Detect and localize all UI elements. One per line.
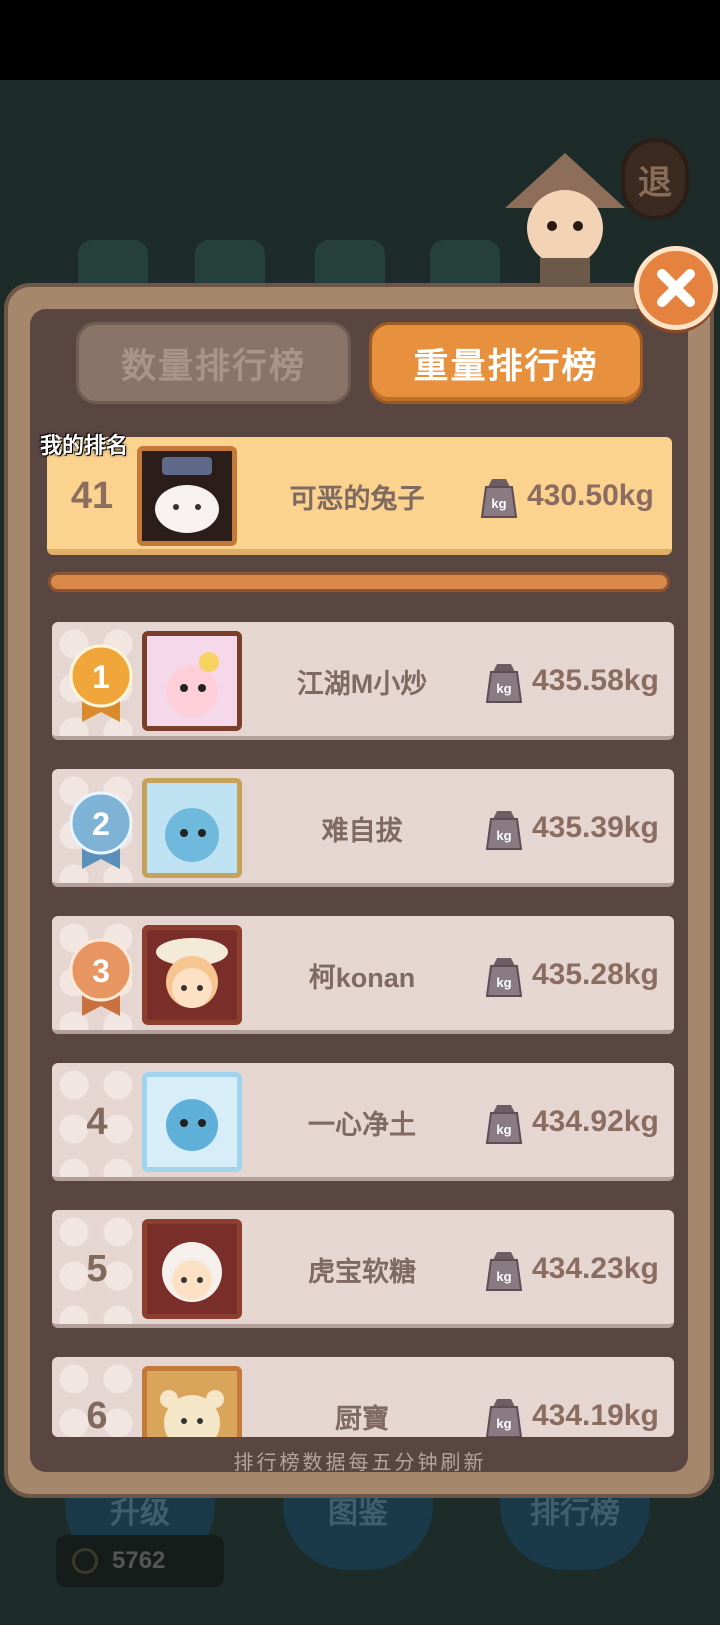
weight-kg-icon: kg [485, 1399, 523, 1437]
my-weight-value: 430.50kg [527, 479, 654, 512]
gold-medal-icon: 1 [69, 644, 133, 722]
rank-number: 5 [86, 1247, 108, 1290]
leaderboard-row-5[interactable]: 5 虎宝软糖 kg 434.23kg [52, 1210, 674, 1328]
weight-value: 434.19kg [532, 1399, 659, 1432]
weight-value: 435.58kg [532, 664, 659, 697]
leaderboard-row-2[interactable]: 2 难自拔 kg 435.39kg [52, 769, 674, 887]
my-rank-row[interactable]: 41 可恶的兔子 kg 430.50kg [47, 437, 672, 555]
cat-avatar-icon [142, 451, 232, 541]
npc-character-icon [505, 153, 625, 288]
my-player-name: 可恶的兔子 [289, 483, 425, 514]
weight-value: 434.92kg [532, 1105, 659, 1138]
player-name: 厨寶 [335, 1403, 389, 1434]
avatar [142, 1366, 242, 1437]
coin-counter: 5762 [56, 1535, 224, 1587]
leaderboard-row-3[interactable]: 3 柯konan kg 435.28kg [52, 916, 674, 1034]
weight-kg-icon: kg [485, 1105, 523, 1144]
player-name: 一心净土 [308, 1109, 416, 1140]
my-rank-label: 我的排名 [40, 433, 129, 458]
silver-medal-icon: 2 [69, 791, 133, 869]
player-name: 柯konan [308, 962, 416, 993]
player-name: 虎宝软糖 [308, 1256, 416, 1287]
svg-text:kg: kg [496, 828, 511, 843]
svg-text:kg: kg [496, 1269, 511, 1284]
weight-kg-icon: kg [485, 958, 523, 997]
avatar [142, 925, 242, 1025]
weight-value: 434.23kg [532, 1252, 659, 1285]
player-name: 难自拔 [321, 815, 403, 846]
girl-avatar-icon [147, 930, 237, 1020]
avatar [142, 1219, 242, 1319]
medal-number: 3 [92, 953, 110, 989]
svg-text:kg: kg [491, 496, 506, 511]
leaderboard-row-6[interactable]: 6 厨寶 kg 434.19kg [52, 1357, 674, 1437]
avatar [142, 778, 242, 878]
leaderboard-row-1[interactable]: 1 江湖M小炒 kg 435.58kg [52, 622, 674, 740]
exit-button[interactable]: 退 [621, 138, 689, 220]
refresh-note: 排行榜数据每五分钟刷新 [233, 1451, 487, 1474]
status-bar [0, 0, 720, 80]
weight-kg-icon: kg [480, 479, 518, 518]
rank-number: 6 [86, 1394, 108, 1437]
svg-text:kg: kg [496, 1122, 511, 1137]
player-name: 江湖M小炒 [296, 668, 428, 699]
coin-icon [72, 1548, 98, 1574]
svg-text:kg: kg [496, 1416, 511, 1431]
avatar [137, 446, 237, 546]
weight-kg-icon: kg [485, 811, 523, 850]
weight-value: 435.28kg [532, 958, 659, 991]
tab-weight-ranking[interactable]: 重量排行榜 [369, 322, 643, 404]
medal-number: 2 [92, 806, 110, 842]
girl-white-hair-avatar-icon [147, 1224, 237, 1314]
coin-value: 5762 [112, 1547, 166, 1574]
svg-text:kg: kg [496, 681, 511, 696]
weight-kg-icon: kg [485, 664, 523, 703]
exit-label: 退 [638, 163, 672, 202]
dragon-pink-avatar-icon [147, 636, 237, 726]
dragon-water-avatar-icon [147, 1077, 237, 1167]
avatar [142, 1072, 242, 1172]
close-button[interactable] [634, 246, 718, 330]
weight-value: 435.39kg [532, 811, 659, 844]
bronze-medal-icon: 3 [69, 938, 133, 1016]
bear-avatar-icon [147, 1371, 237, 1437]
weight-kg-icon: kg [485, 1252, 523, 1291]
dragon-blue-avatar-icon [147, 783, 237, 873]
tab-quantity-ranking[interactable]: 数量排行榜 [76, 322, 351, 404]
svg-text:kg: kg [496, 975, 511, 990]
avatar [142, 631, 242, 731]
rank-number: 4 [86, 1100, 108, 1143]
close-icon [657, 269, 695, 307]
divider [48, 572, 670, 592]
leaderboard-row-4[interactable]: 4 一心净土 kg 434.92kg [52, 1063, 674, 1181]
medal-number: 1 [92, 659, 110, 695]
